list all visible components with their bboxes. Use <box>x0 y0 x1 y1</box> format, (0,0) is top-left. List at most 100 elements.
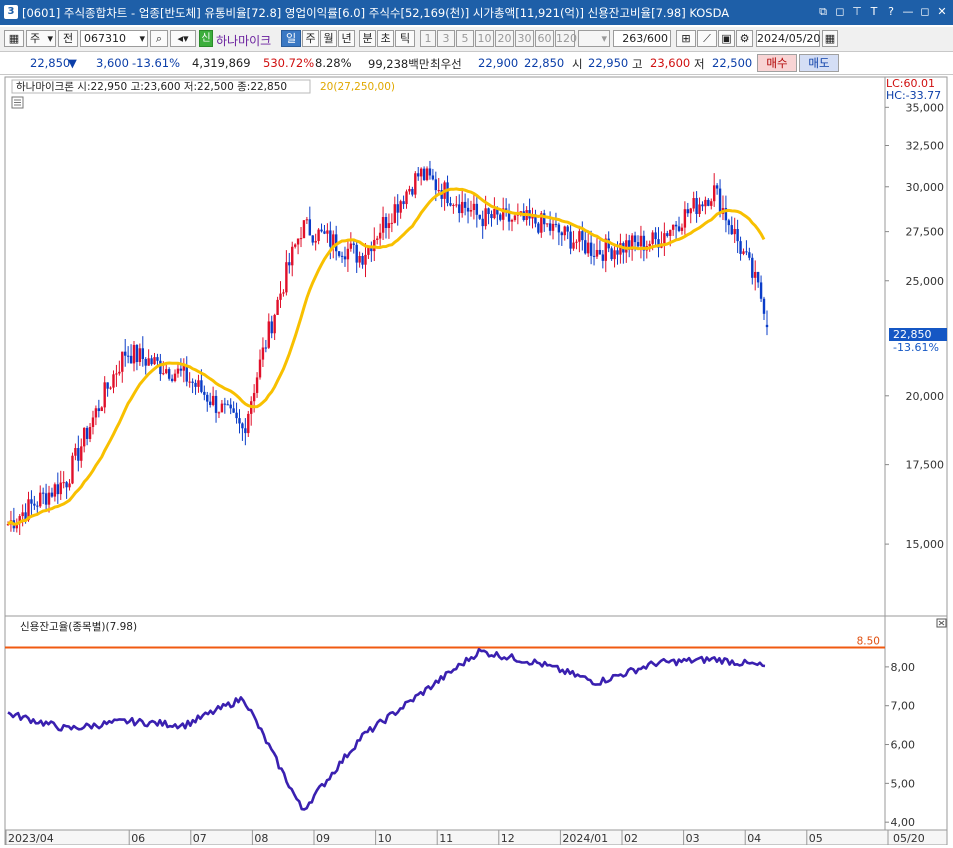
candle-body <box>478 214 481 219</box>
interval-10[interactable]: 10 <box>475 30 494 47</box>
interval-30[interactable]: 30 <box>515 30 534 47</box>
candle-body <box>633 235 637 243</box>
candle-body <box>68 483 71 488</box>
candle-body <box>759 282 763 299</box>
candle-body <box>765 324 769 328</box>
price-y-tick-label: 30,000 <box>906 181 945 194</box>
period-tab-day[interactable]: 일 <box>281 30 301 47</box>
candle-body <box>85 427 89 439</box>
period-select[interactable]: 주 ▾ <box>26 30 56 47</box>
close-icon[interactable]: ✕ <box>935 4 949 19</box>
period-tab-second[interactable]: 초 <box>377 30 394 47</box>
interval-60[interactable]: 60 <box>535 30 554 47</box>
stock-code-input[interactable]: 067310 ▾ <box>80 30 148 47</box>
chart-area[interactable]: 15,000 17,500 20,000 25,000 27,500 30,000 32,5… <box>0 76 953 846</box>
price-y-tick-label: 25,000 <box>906 275 945 288</box>
candle-body <box>639 235 643 247</box>
candle-body <box>560 232 564 236</box>
candle-body <box>414 173 417 195</box>
bar-count-field[interactable]: 263/600 <box>613 30 671 47</box>
candle-body <box>683 209 687 228</box>
candle-body <box>82 427 86 447</box>
interval-20[interactable]: 20 <box>495 30 514 47</box>
candle-body <box>273 314 276 334</box>
x-tick-label: 2023/04 <box>8 832 54 845</box>
x-tick-label: 06 <box>131 832 145 845</box>
buy-button[interactable]: 매수 <box>757 54 797 72</box>
candle-body <box>270 321 273 334</box>
chart-settings-icon[interactable]: ⊞ <box>676 30 696 47</box>
chart-svg[interactable]: 15,000 17,500 20,000 25,000 27,500 30,000 32,5… <box>0 76 953 846</box>
save-icon[interactable]: ▣ <box>718 30 735 47</box>
candle-body <box>308 219 312 236</box>
candle-body <box>715 185 719 189</box>
calendar-icon[interactable]: ▦ <box>822 30 838 47</box>
search-icon[interactable]: ⌕ <box>150 30 168 47</box>
candle-body <box>707 199 710 206</box>
candle-body <box>417 173 420 177</box>
candle-body <box>279 293 282 300</box>
text-icon[interactable]: T <box>867 4 881 19</box>
down-arrow-icon: ▼ <box>68 56 77 70</box>
candle-body <box>595 249 599 257</box>
candle-body <box>671 224 675 230</box>
interval-3[interactable]: 3 <box>437 30 455 47</box>
candle-body <box>30 499 33 504</box>
candle-body <box>710 201 713 206</box>
reference-line-label: 8.50 <box>857 635 880 647</box>
quote-strip: 22,850 ▼ 3,600 -13.61% 4,319,869 530.72%… <box>0 52 953 75</box>
candle-body <box>431 175 435 180</box>
x-tick-label: 09 <box>316 832 330 845</box>
link-window-icon[interactable]: ⧉ <box>816 4 830 19</box>
candle-body <box>751 257 754 278</box>
speaker-icon[interactable]: ◂▾ <box>170 30 196 47</box>
period-tab-minute[interactable]: 분 <box>359 30 376 47</box>
pin-icon[interactable]: ⊤ <box>850 4 864 19</box>
candle-body <box>91 417 95 428</box>
candle-body <box>490 214 493 219</box>
hc-label: HC:-33.77 <box>886 89 941 102</box>
current-price: 22,850 <box>30 56 71 70</box>
jeon-button[interactable]: 전 <box>58 30 78 47</box>
candle-body <box>80 446 83 461</box>
candle-body <box>94 408 98 418</box>
period-tab-month[interactable]: 월 <box>320 30 337 47</box>
help-icon[interactable]: ? <box>884 4 898 19</box>
candle-body <box>361 256 364 265</box>
chevron-down-icon: ▾ <box>139 32 145 45</box>
candle-body <box>730 225 733 235</box>
candle-body <box>314 240 317 243</box>
candle-body <box>206 394 209 402</box>
interval-5[interactable]: 5 <box>456 30 474 47</box>
candle-body <box>302 220 306 239</box>
period-tab-week[interactable]: 주 <box>302 30 319 47</box>
candle-body <box>745 251 748 253</box>
candle-body <box>197 380 200 387</box>
period-tab-year[interactable]: 년 <box>338 30 355 47</box>
credit-axis-frame <box>884 615 948 831</box>
candle-body <box>387 223 391 228</box>
maximize-icon[interactable]: ◻ <box>918 4 932 19</box>
candle-body <box>326 230 329 234</box>
panel-menu-icon[interactable] <box>11 96 24 109</box>
date-field[interactable]: 2024/05/20 <box>756 30 820 47</box>
interval-custom-select[interactable]: ▾ <box>578 30 610 47</box>
minimize-icon[interactable]: — <box>901 4 915 19</box>
candle-body <box>288 262 291 266</box>
candle-body <box>446 182 449 204</box>
candle-body <box>194 382 197 387</box>
interval-1[interactable]: 1 <box>420 30 436 47</box>
restore-icon[interactable]: ◻ <box>833 4 847 19</box>
draw-tool-icon[interactable]: ⟋ <box>697 30 717 47</box>
candle-body <box>226 404 229 406</box>
candle-body <box>217 412 221 414</box>
candle-body <box>390 222 394 224</box>
candle-body <box>762 298 766 314</box>
period-tab-tick[interactable]: 틱 <box>395 30 415 47</box>
interval-120[interactable]: 120 <box>555 30 577 47</box>
gear-icon[interactable]: ⚙ <box>736 30 753 47</box>
grid-menu-icon[interactable]: ▦ <box>4 30 24 47</box>
sell-button[interactable]: 매도 <box>799 54 839 72</box>
candle-body <box>153 357 156 365</box>
candle-body <box>698 204 701 214</box>
